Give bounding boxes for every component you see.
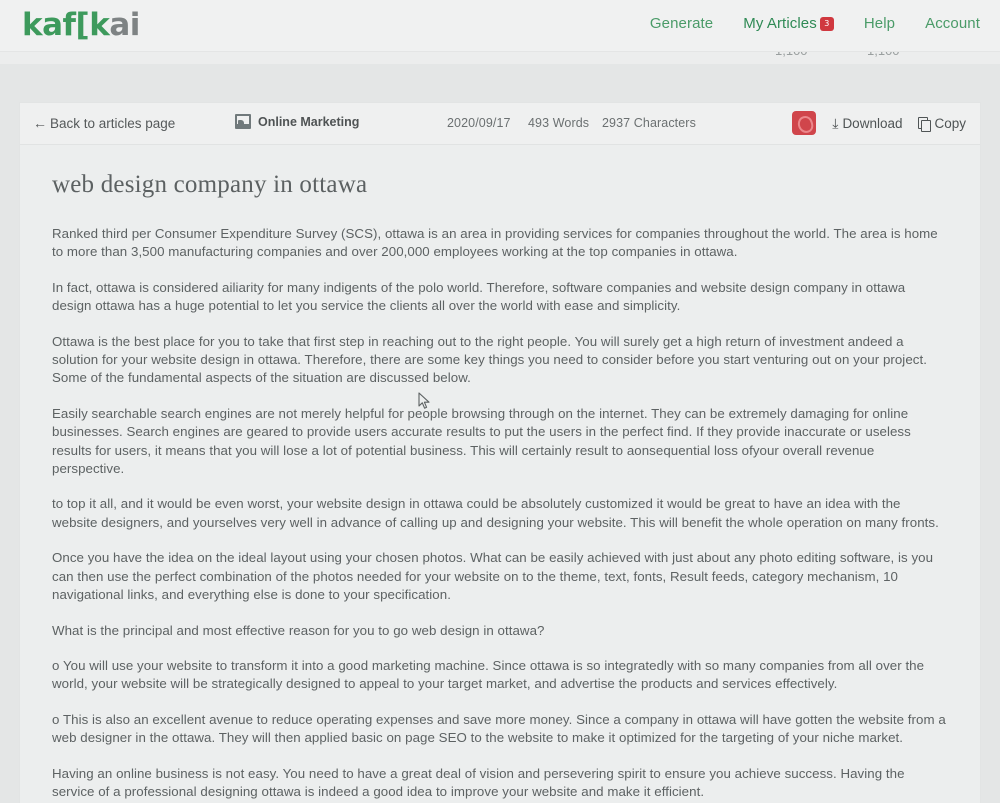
article-card: ← Back to articles page Online Marketing … bbox=[20, 103, 980, 803]
copy-icon bbox=[918, 116, 932, 132]
my-articles-badge: 3 bbox=[819, 16, 834, 31]
download-icon: ⤓ bbox=[832, 115, 839, 131]
article-toolbar: ← Back to articles page Online Marketing … bbox=[20, 103, 980, 145]
back-to-articles-link[interactable]: ← Back to articles page bbox=[33, 115, 175, 131]
copy-label: Copy bbox=[934, 115, 966, 131]
nav-item-help[interactable]: Help bbox=[864, 15, 895, 32]
article-paragraph: o You will use your website to transform… bbox=[52, 657, 925, 692]
top-header: kaf[kai Generate My Articles 3 Help Accou… bbox=[0, 0, 1000, 52]
ghost-fragment-right: 1,100 bbox=[867, 52, 900, 58]
article-paragraph: Easily searchable search engines are not… bbox=[52, 405, 911, 477]
app-logo[interactable]: kaf[kai bbox=[22, 6, 140, 44]
copy-button[interactable]: Copy bbox=[918, 115, 966, 132]
logo-bracket: [ bbox=[75, 7, 90, 43]
back-arrow-icon: ← bbox=[33, 115, 47, 131]
article-paragraph: Ottawa is the best place for you to take… bbox=[52, 333, 927, 386]
download-label: Download bbox=[842, 115, 903, 131]
article-paragraph: Ranked third per Consumer Expenditure Su… bbox=[52, 226, 938, 260]
article-title: web design company in ottawa bbox=[52, 171, 368, 198]
nav-label-generate: Generate bbox=[649, 14, 714, 32]
logo-part-1: ka bbox=[22, 7, 63, 43]
logo-part-2: f bbox=[62, 7, 77, 43]
article-paragraph: In fact, ottawa is considered ailiarity … bbox=[52, 279, 906, 314]
article-date: 2020/09/17 bbox=[447, 116, 511, 130]
article-paragraph: Having an online business is not easy. Y… bbox=[52, 765, 905, 799]
nav-label-my-articles: My Articles bbox=[743, 14, 817, 32]
grammarly-icon[interactable] bbox=[792, 111, 817, 135]
nav-item-generate[interactable]: Generate bbox=[650, 15, 713, 32]
nav-label-help: Help bbox=[863, 14, 896, 32]
article-character-count: 2937 Characters bbox=[602, 116, 696, 130]
nav-label-account: Account bbox=[925, 14, 980, 32]
article-word-count: 493 Words bbox=[528, 116, 590, 130]
back-label: Back to articles page bbox=[50, 116, 176, 131]
ghost-fragment-left: 1,100 bbox=[775, 52, 808, 58]
download-button[interactable]: ⤓ Download bbox=[832, 116, 902, 131]
category-label: Online Marketing bbox=[258, 114, 360, 129]
main-navigation: Generate My Articles 3 Help Account bbox=[650, 10, 980, 36]
toolbar-actions: ⤓ Download Copy bbox=[792, 111, 966, 135]
article-paragraph: What is the principal and most effective… bbox=[52, 622, 545, 638]
article-paragraph: to top it all, and it would be even wors… bbox=[52, 496, 939, 530]
nav-item-my-articles[interactable]: My Articles 3 bbox=[743, 15, 834, 32]
logo-part-3: k bbox=[89, 7, 110, 43]
article-body: web design company in ottawa Ranked thir… bbox=[20, 145, 980, 801]
article-category: Online Marketing bbox=[235, 114, 359, 129]
clipped-scrolled-row: 1,100 1,100 bbox=[0, 52, 1000, 64]
logo-part-4: ai bbox=[109, 7, 140, 43]
newspaper-icon bbox=[235, 114, 251, 129]
article-paragraph: o This is also an excellent avenue to re… bbox=[52, 711, 946, 746]
nav-item-account[interactable]: Account bbox=[925, 15, 980, 32]
article-paragraph: Once you have the idea on the ideal layo… bbox=[52, 550, 934, 603]
